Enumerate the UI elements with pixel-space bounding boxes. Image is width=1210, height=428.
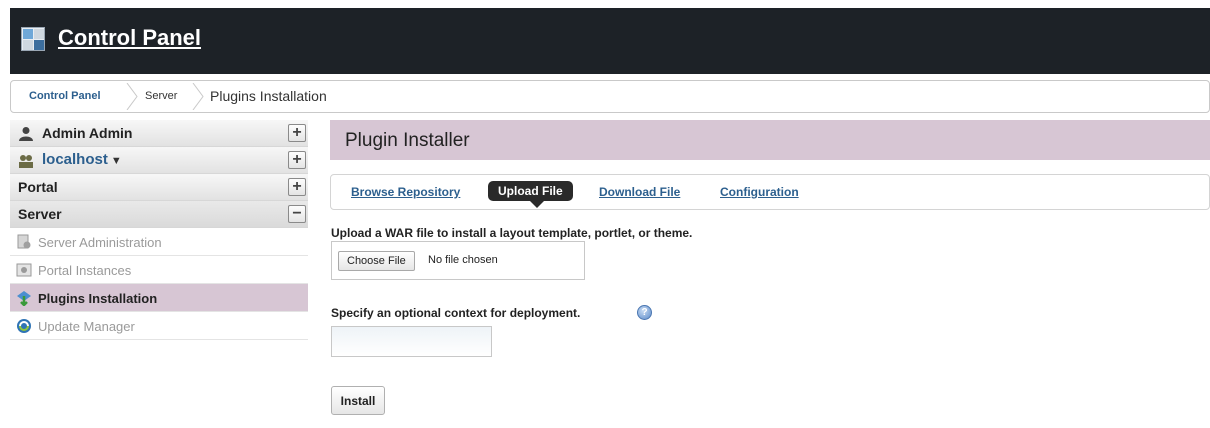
sidebar-section-server[interactable]: Server − — [10, 201, 308, 228]
breadcrumb: Control Panel Server Plugins Installatio… — [10, 80, 1210, 113]
sidebar-section-portal[interactable]: Portal + — [10, 174, 308, 201]
install-button[interactable]: Install — [331, 386, 385, 415]
help-icon[interactable]: ? — [637, 305, 652, 320]
control-panel-logo-icon — [21, 27, 45, 51]
control-panel-title-link[interactable]: Control Panel — [58, 25, 201, 51]
upload-war-label: Upload a WAR file to install a layout te… — [331, 226, 693, 240]
sidebar-user-label: Admin Admin — [42, 125, 133, 141]
chevron-down-icon: ▼ — [110, 155, 122, 167]
portal-instances-icon — [16, 262, 32, 278]
site-name: localhost — [42, 151, 108, 168]
sidebar-item-label: Portal Instances — [38, 263, 132, 278]
tab-browse-repository[interactable]: Browse Repository — [351, 185, 460, 199]
active-pointer-icon — [308, 284, 320, 312]
file-status-text: No file chosen — [428, 254, 498, 266]
plugins-installation-icon — [16, 290, 32, 307]
breadcrumb-item-server[interactable]: Server — [145, 81, 177, 112]
users-group-icon — [18, 153, 34, 169]
sidebar: Admin Admin + localhost ▼ + Portal + Serv… — [10, 120, 320, 340]
sidebar-server-label: Server — [18, 206, 62, 222]
breadcrumb-separator-icon — [191, 82, 205, 111]
choose-file-button[interactable]: Choose File — [338, 251, 415, 271]
sidebar-item-label: Server Administration — [38, 235, 162, 250]
file-upload-field[interactable]: Choose File No file chosen — [331, 241, 585, 280]
sidebar-item-plugins-installation[interactable]: Plugins Installation — [10, 284, 320, 312]
sidebar-site-row[interactable]: localhost ▼ + — [10, 147, 308, 174]
deployment-context-input[interactable] — [331, 326, 492, 357]
top-header: Control Panel — [10, 8, 1210, 74]
update-manager-icon — [16, 318, 32, 334]
tab-bar: Browse Repository Upload File Download F… — [330, 174, 1210, 210]
page-title: Plugin Installer — [345, 130, 470, 151]
sidebar-user-row[interactable]: Admin Admin + — [10, 120, 308, 147]
breadcrumb-separator-icon — [125, 82, 139, 111]
page-title-bar: Plugin Installer — [330, 120, 1210, 160]
sidebar-portal-label: Portal — [18, 179, 58, 195]
collapse-server-button[interactable]: − — [288, 205, 306, 223]
sidebar-item-label: Update Manager — [38, 319, 135, 334]
sidebar-item-update-manager[interactable]: Update Manager — [10, 312, 308, 340]
sidebar-item-portal-instances[interactable]: Portal Instances — [10, 256, 308, 284]
expand-user-button[interactable]: + — [288, 124, 306, 142]
expand-portal-button[interactable]: + — [288, 178, 306, 196]
sidebar-item-label: Plugins Installation — [38, 291, 158, 306]
sidebar-site-label: localhost ▼ — [42, 151, 122, 168]
breadcrumb-item-control-panel[interactable]: Control Panel — [29, 81, 101, 112]
tab-download-file[interactable]: Download File — [599, 185, 680, 199]
user-icon — [18, 126, 34, 142]
tab-upload-file[interactable]: Upload File — [488, 181, 573, 208]
server-admin-icon — [16, 234, 32, 250]
deployment-context-label: Specify an optional context for deployme… — [331, 306, 581, 320]
expand-site-button[interactable]: + — [288, 151, 306, 169]
breadcrumb-item-plugins-installation: Plugins Installation — [210, 88, 327, 104]
sidebar-item-server-administration[interactable]: Server Administration — [10, 228, 308, 256]
tab-configuration[interactable]: Configuration — [720, 185, 799, 199]
